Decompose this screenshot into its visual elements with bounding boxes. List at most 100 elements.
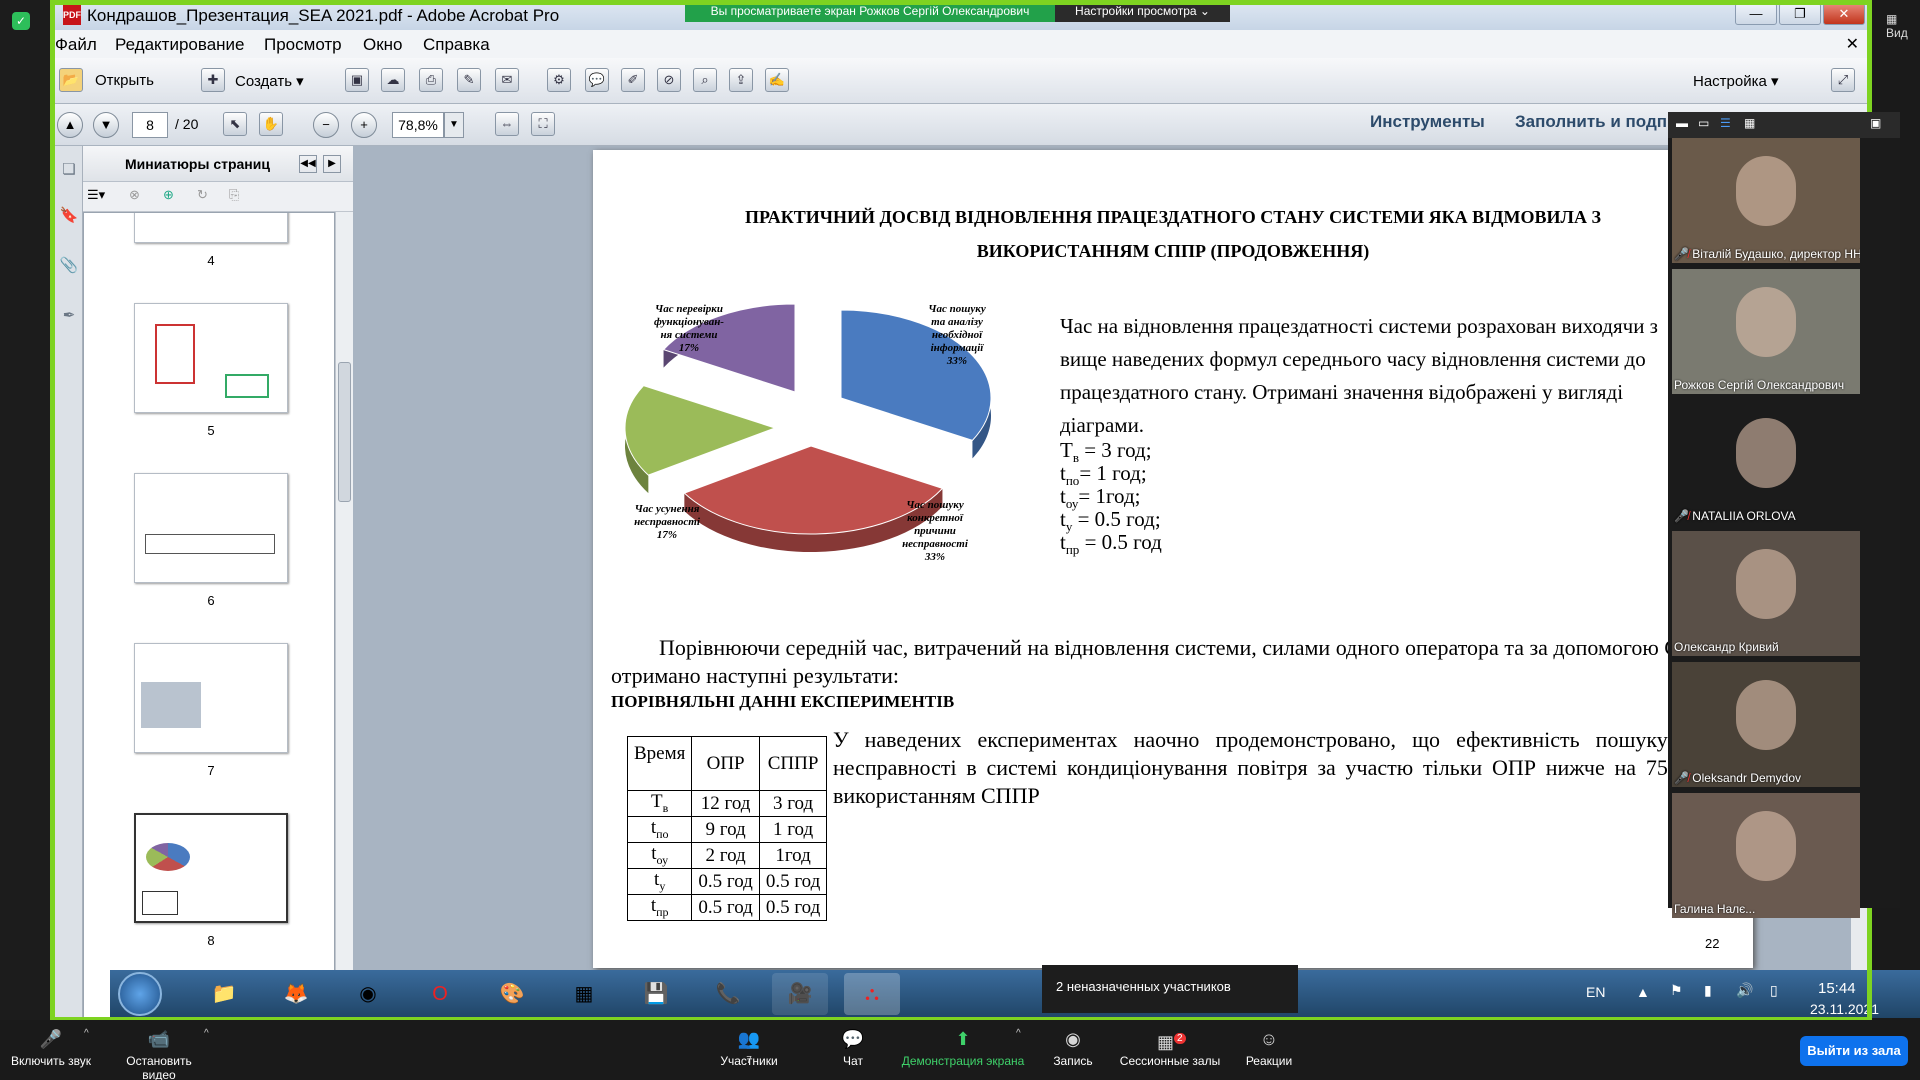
firefox-icon[interactable]: 🦊 <box>268 973 324 1015</box>
thumbnail-options-icon[interactable]: ☰▾ <box>87 187 105 203</box>
pane-menu-icon[interactable]: ▶ <box>323 155 341 173</box>
signatures-icon[interactable]: ✒ <box>59 306 79 328</box>
fit-width-icon[interactable]: ⇔ <box>495 112 519 136</box>
acrobat-taskbar-icon[interactable]: ⛬ <box>844 973 900 1015</box>
print-icon[interactable]: ⎙ <box>419 68 443 92</box>
open-folder-icon[interactable]: 📂 <box>59 68 83 92</box>
fill-sign-panel-link[interactable]: Заполнить и подпи <box>1515 112 1677 132</box>
menu-edit[interactable]: Редактирование <box>115 35 245 55</box>
next-page-icon[interactable]: ▼ <box>93 112 119 138</box>
menu-help[interactable]: Справка <box>423 35 490 55</box>
participant-tile[interactable]: 🎤̸ Віталій Будашко, директор ННІ ... <box>1672 138 1860 263</box>
zoom-level-input[interactable]: 78,8% <box>392 112 444 138</box>
opera-icon[interactable]: O <box>412 973 468 1015</box>
zoom-app-icon[interactable]: 🎥 <box>772 973 828 1015</box>
breakout-rooms-button[interactable]: ▦ 2 Сессионные залы <box>1110 1028 1230 1068</box>
highlight-icon[interactable]: ✐ <box>621 68 645 92</box>
start-button[interactable] <box>118 972 162 1016</box>
share-options-icon[interactable]: ^ <box>1016 1028 1021 1039</box>
close-window-button[interactable]: ✕ <box>1823 3 1865 25</box>
record-button[interactable]: ◉ Запись <box>1028 1028 1118 1068</box>
settings-gear-icon[interactable]: ⚙ <box>547 68 571 92</box>
video-options-icon[interactable]: ^ <box>204 1028 209 1039</box>
save-app-icon[interactable]: 💾 <box>628 973 684 1015</box>
email-icon[interactable]: ✉ <box>495 68 519 92</box>
hand-tool-icon[interactable]: ✋ <box>259 112 283 136</box>
maximize-button[interactable]: ❐ <box>1779 3 1821 25</box>
unmute-button[interactable]: 🎤 Включить звук <box>6 1028 96 1068</box>
edit-document-icon[interactable]: ✎ <box>457 68 481 92</box>
language-indicator[interactable]: EN <box>1586 984 1605 1000</box>
thumbnail-page-8-selected[interactable] <box>134 813 288 923</box>
create-pdf-icon[interactable]: ✚ <box>201 68 225 92</box>
comment-icon[interactable]: 💬 <box>585 68 609 92</box>
explorer-icon[interactable]: 📁 <box>196 973 252 1015</box>
participant-tile[interactable]: Рожков Сергій Олександрович <box>1672 269 1860 394</box>
collapse-pane-icon[interactable]: ◀◀ <box>299 155 317 173</box>
page-number-input[interactable]: 8 <box>132 112 168 138</box>
zoom-dropdown-icon[interactable]: ▼ <box>444 112 464 138</box>
clock-time[interactable]: 15:44 <box>1818 980 1856 997</box>
audio-options-icon[interactable]: ^ <box>84 1028 89 1039</box>
tray-up-icon[interactable]: ▲ <box>1636 984 1650 1000</box>
customize-button[interactable]: Настройка ▾ <box>1693 72 1779 90</box>
battery-icon[interactable]: ▯ <box>1770 982 1778 999</box>
thumbnail-scrollbar[interactable] <box>335 212 353 1018</box>
open-button[interactable]: Открыть <box>95 72 154 89</box>
chat-button[interactable]: 💬 Чат <box>808 1028 898 1068</box>
minimize-button[interactable]: — <box>1735 3 1777 25</box>
thumbnail-page-5[interactable] <box>134 303 288 413</box>
volume-icon[interactable]: 🔊 <box>1736 982 1753 999</box>
participants-button[interactable]: 👥7 Участники <box>704 1028 794 1068</box>
select-cursor-icon[interactable]: ⬉ <box>223 112 247 136</box>
rotate-page-icon[interactable]: ↻ <box>197 187 208 203</box>
network-icon[interactable]: ▮ <box>1704 982 1712 999</box>
thumbnail-scroll-thumb[interactable] <box>338 362 351 502</box>
speaker-view-icon[interactable]: ▭ <box>1698 116 1709 130</box>
thumbnail-page-4[interactable] <box>134 213 288 243</box>
tools-panel-link[interactable]: Инструменты <box>1370 112 1485 132</box>
participant-tile[interactable]: 🎤̸ Oleksandr Demydov <box>1672 662 1860 787</box>
secure-icon[interactable]: ⊘ <box>657 68 681 92</box>
menu-file[interactable]: Файл <box>55 35 97 55</box>
thumbnail-page-7[interactable] <box>134 643 288 753</box>
chrome-icon[interactable]: ◉ <box>340 973 396 1015</box>
upload-cloud-icon[interactable]: ☁ <box>381 68 405 92</box>
paint-icon[interactable]: 🎨 <box>484 973 540 1015</box>
viber-icon[interactable]: 📞 <box>700 973 756 1015</box>
view-settings-button[interactable]: Настройки просмотра ⌄ <box>1055 0 1230 22</box>
menu-view[interactable]: Просмотр <box>264 35 342 55</box>
review-icon[interactable]: ⌕ <box>693 68 717 92</box>
insert-page-icon[interactable]: ⊕ <box>163 187 174 203</box>
expand-icon[interactable]: ⤢ <box>1831 68 1855 92</box>
view-menu[interactable]: ▦ Вид <box>1886 12 1920 40</box>
calculator-icon[interactable]: ▦ <box>556 973 612 1015</box>
attachments-icon[interactable]: 📎 <box>59 256 79 278</box>
participant-tile[interactable]: Галина Налє... <box>1672 793 1860 918</box>
fit-page-icon[interactable]: ⛶ <box>531 112 555 136</box>
thumbnail-page-6[interactable] <box>134 473 288 583</box>
leave-button[interactable]: Выйти из зала <box>1800 1036 1908 1066</box>
clock-date[interactable]: 23.11.2021 <box>1810 1001 1879 1017</box>
delete-page-icon[interactable]: ⊗ <box>129 187 140 203</box>
participant-tile[interactable]: 🎤̸ NATALIIA ORLOVA <box>1672 400 1860 525</box>
participant-tile[interactable]: Олександр Кривий <box>1672 531 1860 656</box>
sign-icon[interactable]: ✍ <box>765 68 789 92</box>
close-document-icon[interactable]: ✕ <box>1846 34 1859 54</box>
export-icon[interactable]: ⇪ <box>729 68 753 92</box>
zoom-in-icon[interactable]: + <box>351 112 377 138</box>
minimize-panel-icon[interactable]: ▬ <box>1676 116 1688 130</box>
reactions-button[interactable]: ☺ Реакции <box>1224 1028 1314 1068</box>
view-menu-icon[interactable]: ▣ <box>1870 116 1881 130</box>
strip-view-icon[interactable]: ☰ <box>1720 116 1731 130</box>
pages-icon[interactable]: ❏ <box>59 160 79 182</box>
extract-page-icon[interactable]: ⎘ <box>229 187 239 203</box>
flag-icon[interactable]: ⚑ <box>1670 982 1683 999</box>
bookmarks-icon[interactable]: 🔖 <box>59 206 79 228</box>
create-button[interactable]: Создать ▾ <box>235 72 304 90</box>
zoom-out-icon[interactable]: − <box>313 112 339 138</box>
previous-page-icon[interactable]: ▲ <box>57 112 83 138</box>
menu-window[interactable]: Окно <box>363 35 403 55</box>
security-shield-icon[interactable]: ✓ <box>12 12 30 30</box>
stop-video-button[interactable]: 📹 Остановить видео <box>114 1028 204 1080</box>
